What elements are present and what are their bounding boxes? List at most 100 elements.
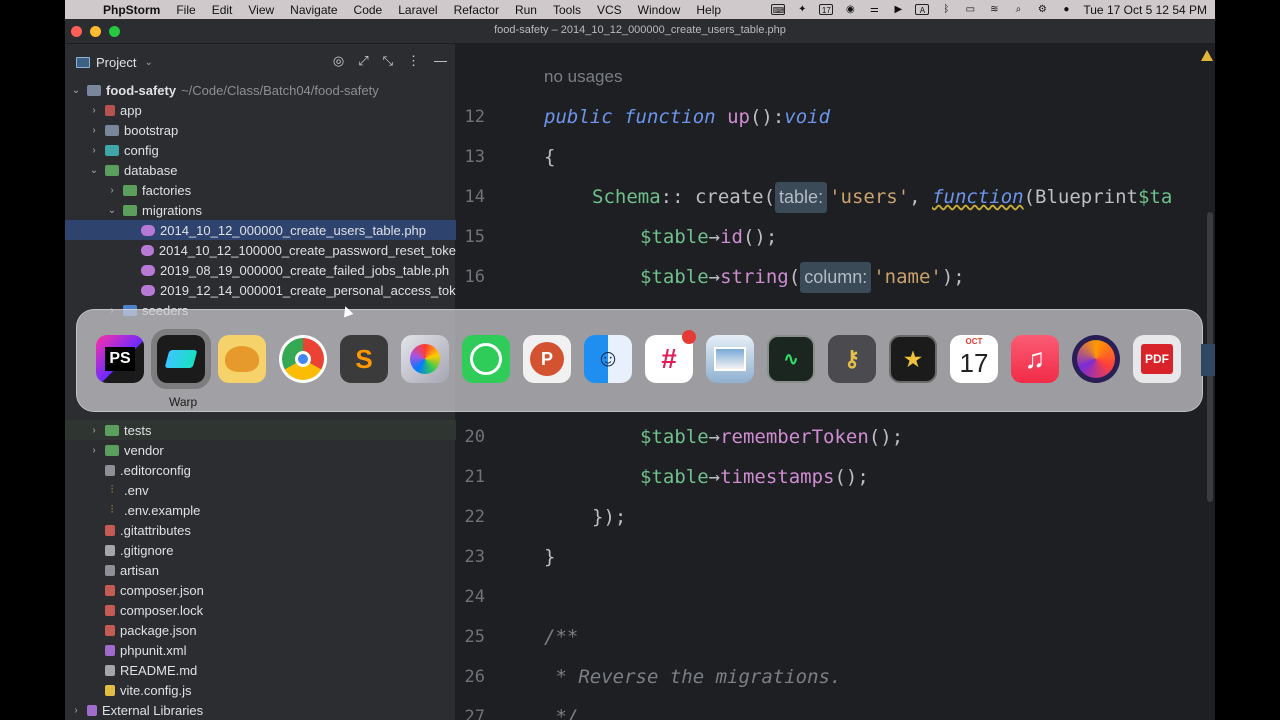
pdf-dock-icon[interactable]: PDF	[1133, 335, 1181, 383]
bluetooth-icon[interactable]: ᛒ	[939, 4, 953, 15]
sublime-dock-icon[interactable]: S	[340, 335, 388, 383]
menu-help[interactable]: Help	[688, 3, 729, 17]
bell-icon[interactable]: ✦	[795, 4, 809, 15]
keychain-dock-icon[interactable]: ⚷	[828, 335, 876, 383]
tree-row-phpunit[interactable]: phpunit.xml	[65, 640, 456, 660]
record-icon[interactable]: ◉	[843, 4, 857, 15]
menu-file[interactable]: File	[168, 3, 203, 17]
sliders-icon[interactable]: ⚌	[867, 4, 881, 15]
menu-laravel[interactable]: Laravel	[390, 3, 445, 17]
activity-monitor-dock-icon[interactable]: ∿	[767, 335, 815, 383]
tree-row-food-safety[interactable]: ⌄ food-safety ~/Code/Class/Batch04/food-…	[65, 80, 456, 100]
tree-row-migrations[interactable]: ⌄ migrations	[65, 200, 456, 220]
menu-navigate[interactable]: Navigate	[282, 3, 345, 17]
select-opened-file-icon[interactable]: ◎	[333, 53, 344, 69]
script-dock-icon[interactable]: ★	[889, 335, 937, 383]
project-panel-header[interactable]: Project ⌄ ◎ ⤢ ⤡ ⋮ —	[65, 44, 455, 80]
chevron-right-icon[interactable]: ›	[69, 705, 83, 716]
tree-row-artisan[interactable]: artisan	[65, 560, 456, 580]
whatsapp-dock-icon[interactable]	[462, 335, 510, 383]
tree-label: 2019_08_19_000000_create_failed_jobs_tab…	[160, 262, 450, 278]
tree-row-editorconfig[interactable]: .editorconfig	[65, 460, 456, 480]
code-line-20: 20 $table → rememberToken ();	[457, 417, 904, 457]
calendar-status-icon[interactable]: 17	[819, 4, 834, 15]
clock[interactable]: Tue 17 Oct 5 12 54 PM	[1083, 3, 1207, 17]
chrome-dock-icon[interactable]	[279, 335, 327, 383]
tree-row-readme[interactable]: README.md	[65, 660, 456, 680]
search-icon[interactable]: ⌕	[1011, 4, 1025, 15]
siri-icon[interactable]: ●	[1059, 4, 1073, 15]
tree-row-config[interactable]: › config	[65, 140, 456, 160]
chevron-down-icon[interactable]: ⌄	[144, 57, 152, 68]
chevron-right-icon[interactable]: ›	[87, 425, 101, 436]
control-center-icon[interactable]: ⚙	[1035, 4, 1049, 15]
line-number: 14	[464, 187, 485, 207]
collapse-all-icon[interactable]: ⤡	[383, 53, 393, 69]
play-icon[interactable]: ▶	[891, 4, 905, 15]
tree-row-tests[interactable]: › tests	[65, 420, 456, 440]
calendar-dock-icon[interactable]: OCT 17	[950, 335, 998, 383]
phpstorm-dock-icon[interactable]: PS	[96, 335, 144, 383]
menu-window[interactable]: Window	[630, 3, 689, 17]
tree-row-personal-access-migration[interactable]: 2019_12_14_000001_create_personal_access…	[65, 280, 456, 300]
ignore-file-icon	[105, 544, 115, 556]
menu-edit[interactable]: Edit	[204, 3, 241, 17]
wifi-icon[interactable]: ≋	[987, 4, 1001, 15]
expand-all-icon[interactable]: ⤢	[358, 53, 368, 69]
tree-row-env[interactable]: ⫶ .env	[65, 480, 456, 500]
preview-dock-icon[interactable]	[706, 335, 754, 383]
chevron-right-icon[interactable]: ›	[105, 185, 119, 196]
tree-row-failed-jobs-migration[interactable]: 2019_08_19_000000_create_failed_jobs_tab…	[65, 260, 456, 280]
keyboard-icon[interactable]: ⌨	[771, 4, 786, 15]
tree-row-password-reset-migration[interactable]: 2014_10_12_100000_create_password_reset_…	[65, 240, 456, 260]
tree-row-vendor[interactable]: › vendor	[65, 440, 456, 460]
chevron-down-icon[interactable]: ⌄	[69, 85, 83, 96]
menu-app[interactable]: PhpStorm	[95, 3, 168, 17]
tree-row-bootstrap[interactable]: › bootstrap	[65, 120, 456, 140]
project-icon	[76, 56, 90, 68]
input-source-icon[interactable]: A	[915, 4, 930, 15]
usages-hint[interactable]: no usages	[544, 67, 622, 87]
firefox-dock-icon[interactable]	[1072, 335, 1120, 383]
finder-dock-icon[interactable]: ☺	[584, 335, 632, 383]
tree-row-app[interactable]: › app	[65, 100, 456, 120]
chevron-right-icon[interactable]: ›	[87, 105, 101, 116]
tree-row-env-example[interactable]: ⫶ .env.example	[65, 500, 456, 520]
chevron-right-icon[interactable]: ›	[87, 125, 101, 136]
tree-row-gitignore[interactable]: .gitignore	[65, 540, 456, 560]
tree-row-factories[interactable]: › factories	[65, 180, 456, 200]
pulse-icon: ∿	[783, 348, 799, 369]
tree-row-composer-json[interactable]: composer.json	[65, 580, 456, 600]
battery-icon[interactable]: ▭	[963, 4, 977, 15]
options-menu-icon[interactable]: ⋮	[407, 53, 420, 69]
slack-dock-icon[interactable]: #	[645, 330, 696, 383]
tableplus-dock-icon[interactable]	[218, 335, 266, 383]
tree-row-gitattributes[interactable]: .gitattributes	[65, 520, 456, 540]
menu-refactor[interactable]: Refactor	[446, 3, 507, 17]
folder-icon	[105, 104, 115, 116]
code-line-16: 16 $table → string(column:'name');	[457, 257, 965, 297]
tree-label: package.json	[120, 622, 197, 638]
code-token: rememberToken	[720, 426, 869, 448]
tree-row-users-migration[interactable]: 2014_10_12_000000_create_users_table.php	[65, 220, 456, 240]
final-cut-dock-icon[interactable]	[401, 335, 449, 383]
tree-row-database[interactable]: ⌄ database	[65, 160, 456, 180]
chevron-down-icon[interactable]: ⌄	[105, 205, 119, 216]
tree-row-vite-config[interactable]: vite.config.js	[65, 680, 456, 700]
tree-row-package-json[interactable]: package.json	[65, 620, 456, 640]
chevron-down-icon[interactable]: ⌄	[87, 165, 101, 176]
music-dock-icon[interactable]: ♫	[1011, 335, 1059, 383]
warp-dock-icon[interactable]	[151, 329, 211, 389]
warning-icon[interactable]	[1201, 50, 1213, 61]
chevron-right-icon[interactable]: ›	[87, 145, 101, 156]
menu-code[interactable]: Code	[346, 3, 391, 17]
menu-tools[interactable]: Tools	[545, 3, 589, 17]
tree-row-external-libraries[interactable]: › External Libraries	[65, 700, 456, 720]
menu-view[interactable]: View	[240, 3, 282, 17]
chevron-right-icon[interactable]: ›	[87, 445, 101, 456]
tree-row-composer-lock[interactable]: composer.lock	[65, 600, 456, 620]
menu-vcs[interactable]: VCS	[589, 3, 630, 17]
menu-run[interactable]: Run	[507, 3, 545, 17]
powerpoint-dock-icon[interactable]: P	[523, 335, 571, 383]
hide-panel-icon[interactable]: —	[434, 53, 447, 69]
